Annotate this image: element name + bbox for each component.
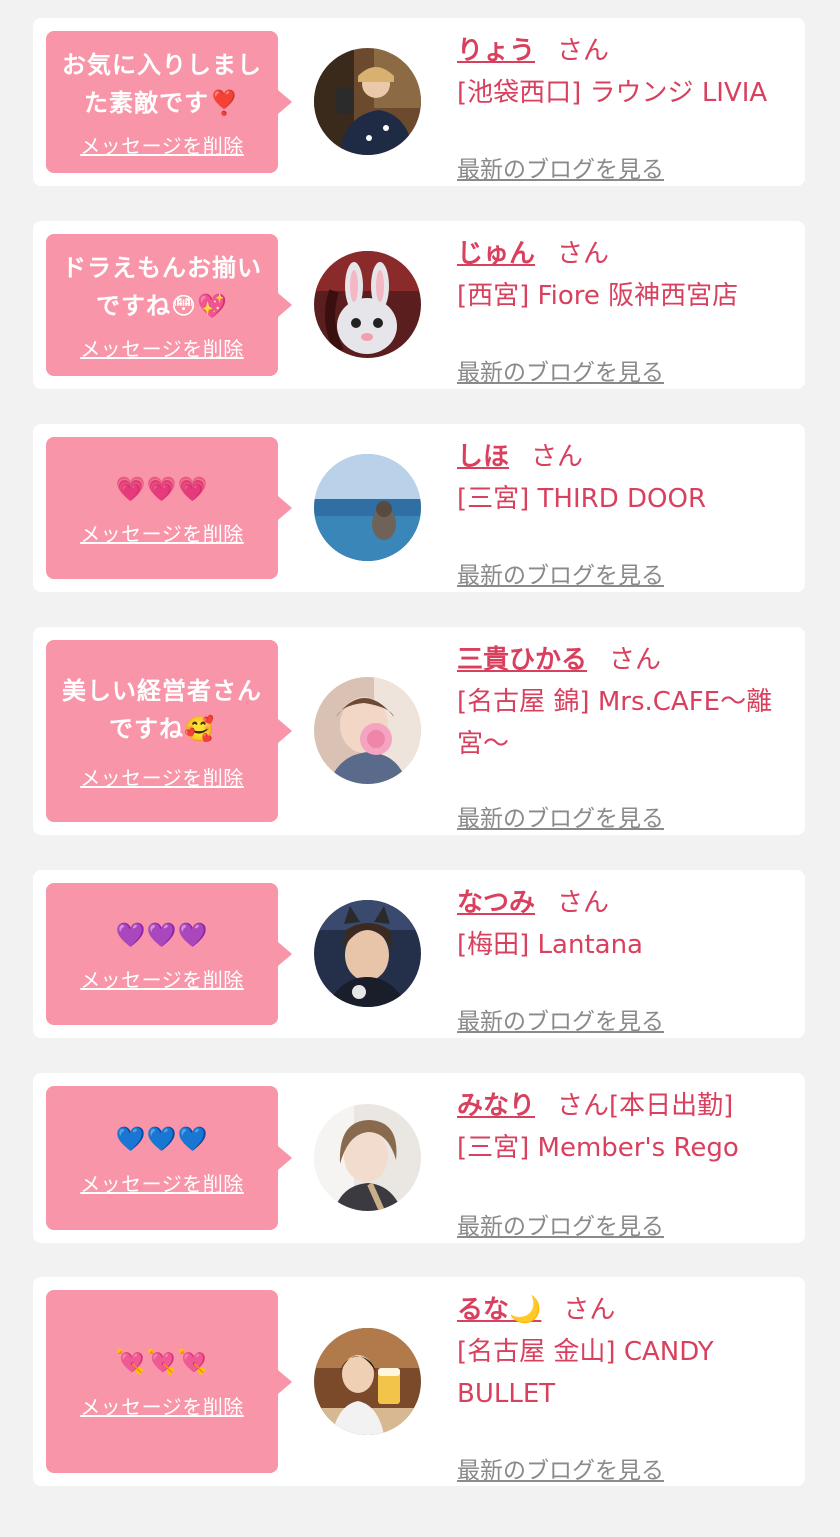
shop-name: [三宮] THIRD DOOR bbox=[457, 484, 707, 514]
message-bubble: お気に入りしまし た素敵です❣️ メッセージを削除 bbox=[46, 31, 278, 173]
delete-message-link[interactable]: メッセージを削除 bbox=[80, 964, 244, 993]
favorite-card: ドラえもんお揃い ですね😳💖 メッセージを削除 じゅん さん [西宮] Fior… bbox=[33, 221, 805, 389]
name-row: みなり さん[本日出勤] bbox=[457, 1087, 797, 1125]
message-text: ドラえもんお揃い ですね😳💖 bbox=[62, 253, 262, 320]
cast-name-link[interactable]: みなり bbox=[457, 1091, 535, 1121]
delete-message-link[interactable]: メッセージを削除 bbox=[80, 762, 244, 791]
avatar[interactable] bbox=[314, 900, 421, 1007]
name-row: るな🌙 さん bbox=[457, 1291, 797, 1329]
delete-message-link[interactable]: メッセージを削除 bbox=[80, 1391, 244, 1420]
favorites-list: お気に入りしまし た素敵です❣️ メッセージを削除 りょう さん [池袋西口] ラ… bbox=[0, 0, 840, 1537]
cast-name-link[interactable]: るな🌙 bbox=[457, 1295, 541, 1325]
blog-link[interactable]: 最新のブログを見る bbox=[457, 799, 664, 833]
avatar[interactable] bbox=[314, 1328, 421, 1435]
blog-link[interactable]: 最新のブログを見る bbox=[457, 353, 664, 387]
shop-name: [名古屋 錦] Mrs.CAFE〜離宮〜 bbox=[457, 687, 773, 759]
delete-message-link[interactable]: メッセージを削除 bbox=[80, 333, 244, 362]
message-text: 💜💜💜 bbox=[115, 920, 209, 949]
name-suffix: さん[本日出勤] bbox=[557, 1091, 734, 1121]
favorite-card: 💙💙💙 メッセージを削除 みなり さん[本日出勤] [三宮] Member's R… bbox=[33, 1073, 805, 1243]
cast-name-link[interactable]: じゅん bbox=[457, 239, 535, 269]
avatar[interactable] bbox=[314, 251, 421, 358]
shop-name: [三宮] Member's Rego bbox=[457, 1133, 739, 1163]
name-suffix: さん bbox=[557, 888, 610, 918]
cast-name-link[interactable]: 三貴ひかる bbox=[457, 645, 587, 675]
message-bubble: 💙💙💙 メッセージを削除 bbox=[46, 1086, 278, 1230]
shop-name: [池袋西口] ラウンジ LIVIA bbox=[457, 78, 768, 108]
favorite-card: 💜💜💜 メッセージを削除 なつみ さん [梅田] Lantana 最新のブログを見… bbox=[33, 870, 805, 1038]
favorite-card: 💗💗💗 メッセージを削除 しほ さん [三宮] THIRD DOOR 最新のブログ… bbox=[33, 424, 805, 592]
blog-link[interactable]: 最新のブログを見る bbox=[457, 1207, 664, 1241]
name-row: なつみ さん bbox=[457, 884, 797, 922]
name-row: しほ さん bbox=[457, 438, 797, 476]
message-bubble: 💘💘💘 メッセージを削除 bbox=[46, 1290, 278, 1473]
cast-info: 三貴ひかる さん [名古屋 錦] Mrs.CAFE〜離宮〜 最新のブログを見る bbox=[457, 641, 797, 833]
shop-name: [梅田] Lantana bbox=[457, 930, 643, 960]
message-bubble: 💗💗💗 メッセージを削除 bbox=[46, 437, 278, 579]
message-bubble: 美しい経営者さん ですね🥰 メッセージを削除 bbox=[46, 640, 278, 822]
cast-info: しほ さん [三宮] THIRD DOOR 最新のブログを見る bbox=[457, 438, 797, 590]
cast-name-link[interactable]: りょう bbox=[457, 36, 535, 66]
name-suffix: さん bbox=[563, 1295, 616, 1325]
message-text: お気に入りしまし た素敵です❣️ bbox=[62, 50, 262, 117]
cast-info: りょう さん [池袋西口] ラウンジ LIVIA 最新のブログを見る bbox=[457, 32, 797, 184]
name-suffix: さん bbox=[531, 442, 584, 472]
name-row: 三貴ひかる さん bbox=[457, 641, 797, 679]
message-text: 💘💘💘 bbox=[115, 1348, 209, 1376]
message-text: 💗💗💗 bbox=[115, 474, 209, 503]
cast-info: るな🌙 さん [名古屋 金山] CANDY BULLET 最新のブログを見る bbox=[457, 1291, 797, 1484]
cast-info: じゅん さん [西宮] Fiore 阪神西宮店 最新のブログを見る bbox=[457, 235, 797, 387]
avatar[interactable] bbox=[314, 454, 421, 561]
name-suffix: さん bbox=[557, 239, 610, 269]
cast-info: なつみ さん [梅田] Lantana 最新のブログを見る bbox=[457, 884, 797, 1036]
favorite-card: 💘💘💘 メッセージを削除 るな🌙 さん [名古屋 金山] CANDY BULLET… bbox=[33, 1277, 805, 1486]
shop-name: [西宮] Fiore 阪神西宮店 bbox=[457, 281, 739, 311]
name-row: りょう さん bbox=[457, 32, 797, 70]
delete-message-link[interactable]: メッセージを削除 bbox=[80, 518, 244, 547]
blog-link[interactable]: 最新のブログを見る bbox=[457, 556, 664, 590]
name-suffix: さん bbox=[557, 36, 610, 66]
message-bubble: ドラえもんお揃い ですね😳💖 メッセージを削除 bbox=[46, 234, 278, 376]
cast-name-link[interactable]: しほ bbox=[457, 442, 509, 472]
avatar[interactable] bbox=[314, 48, 421, 155]
blog-link[interactable]: 最新のブログを見る bbox=[457, 1451, 664, 1485]
name-suffix: さん bbox=[609, 645, 662, 675]
delete-message-link[interactable]: メッセージを削除 bbox=[80, 130, 244, 159]
cast-info: みなり さん[本日出勤] [三宮] Member's Rego 最新のブログを見る bbox=[457, 1087, 797, 1240]
blog-link[interactable]: 最新のブログを見る bbox=[457, 1002, 664, 1036]
cast-name-link[interactable]: なつみ bbox=[457, 888, 535, 918]
delete-message-link[interactable]: メッセージを削除 bbox=[80, 1168, 244, 1197]
message-text: 美しい経営者さん ですね🥰 bbox=[62, 676, 262, 743]
message-text: 💙💙💙 bbox=[115, 1124, 209, 1153]
message-bubble: 💜💜💜 メッセージを削除 bbox=[46, 883, 278, 1025]
favorite-card: お気に入りしまし た素敵です❣️ メッセージを削除 りょう さん [池袋西口] ラ… bbox=[33, 18, 805, 186]
shop-name: [名古屋 金山] CANDY BULLET bbox=[457, 1337, 714, 1409]
avatar[interactable] bbox=[314, 677, 421, 784]
avatar[interactable] bbox=[314, 1104, 421, 1211]
favorite-card: 美しい経営者さん ですね🥰 メッセージを削除 三貴ひかる さん [名古屋 錦] M… bbox=[33, 627, 805, 835]
name-row: じゅん さん bbox=[457, 235, 797, 273]
blog-link[interactable]: 最新のブログを見る bbox=[457, 150, 664, 184]
